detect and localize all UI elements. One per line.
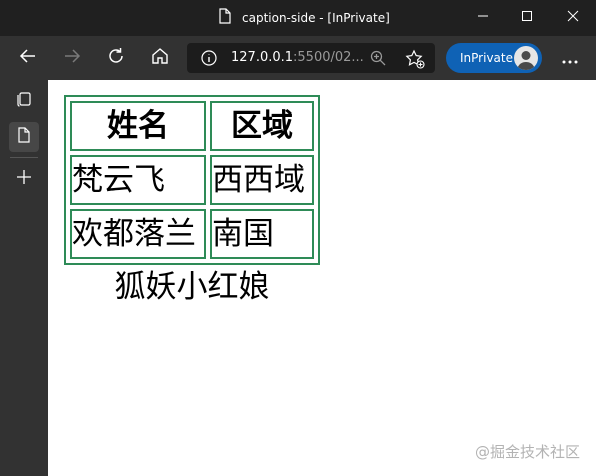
tab-actions-icon [16, 91, 32, 111]
info-icon[interactable] [201, 50, 217, 66]
title-bar: caption-side - [InPrivate] [0, 0, 596, 36]
more-options-button[interactable] [556, 44, 584, 72]
vertical-tab-current[interactable] [9, 122, 39, 152]
home-button[interactable] [146, 44, 174, 72]
inprivate-button[interactable]: InPrivate [446, 43, 542, 73]
column-header: 区域 [210, 101, 314, 151]
arrow-left-icon [19, 47, 37, 69]
address-bar[interactable]: 127.0.0.1:5500/02... [187, 43, 435, 73]
maximize-button[interactable] [504, 0, 550, 32]
back-button[interactable] [14, 44, 42, 72]
page-icon [218, 8, 232, 28]
avatar [514, 46, 538, 70]
column-header: 姓名 [70, 101, 206, 151]
maximize-icon [521, 7, 533, 26]
inprivate-label: InPrivate [460, 51, 513, 65]
table-caption: 狐妖小红娘 [114, 269, 270, 305]
table-row: 梵云飞 西西域 [70, 155, 314, 205]
minimize-button[interactable] [460, 0, 506, 32]
page-content: 狐妖小红娘 姓名 区域 梵云飞 西西域 欢都落兰 南国 @掘金技术社区 [48, 80, 596, 476]
refresh-icon [107, 47, 125, 69]
minimize-icon [477, 7, 489, 26]
arrow-right-icon [63, 47, 81, 69]
close-window-button[interactable] [550, 0, 596, 32]
refresh-button[interactable] [102, 44, 130, 72]
ellipsis-icon [562, 49, 578, 68]
add-favorite-icon[interactable] [405, 49, 425, 69]
home-icon [151, 47, 169, 69]
watermark: @掘金技术社区 [474, 443, 580, 461]
close-icon [567, 7, 579, 26]
vertical-tabs-sidebar [0, 80, 48, 476]
zoom-icon[interactable] [369, 49, 387, 67]
browser-window: caption-side - [InPrivate] 127.0.0.1:550… [0, 0, 596, 476]
data-table: 狐妖小红娘 姓名 区域 梵云飞 西西域 欢都落兰 南国 [64, 95, 320, 309]
page-icon [17, 127, 31, 147]
url-host: 127.0.0.1 [231, 50, 294, 65]
window-title: caption-side - [InPrivate] [242, 11, 390, 25]
table-cell: 欢都落兰 [70, 209, 206, 259]
sidebar-divider [10, 157, 38, 158]
window-title-group: caption-side - [InPrivate] [218, 8, 390, 28]
table-cell: 梵云飞 [70, 155, 206, 205]
table-row: 欢都落兰 南国 [70, 209, 314, 259]
table-cell: 西西域 [210, 155, 314, 205]
forward-button[interactable] [58, 44, 86, 72]
url-text: 127.0.0.1:5500/02... [231, 50, 364, 66]
new-tab-button[interactable] [9, 164, 39, 194]
url-path: :5500/02... [293, 50, 364, 65]
tab-actions-button[interactable] [9, 86, 39, 116]
plus-icon [16, 169, 32, 189]
table-header-row: 姓名 区域 [70, 101, 314, 151]
table-cell: 南国 [210, 209, 314, 259]
